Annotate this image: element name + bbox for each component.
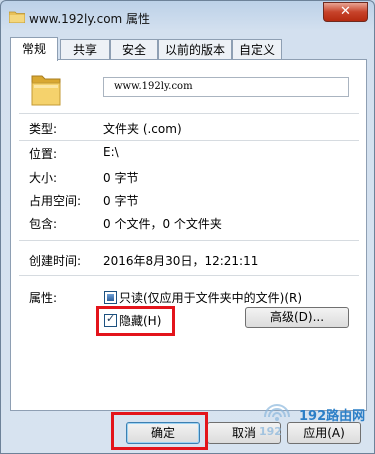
hidden-highlight-box (96, 306, 175, 336)
contains-label: 包含: (29, 217, 58, 231)
divider (19, 140, 359, 141)
window-title: www.192ly.com 属性 (29, 12, 151, 26)
title-bar[interactable]: www.192ly.com 属性 ✕ (1, 1, 374, 33)
type-label: 类型: (29, 122, 58, 136)
attributes-label: 属性: (29, 291, 58, 305)
folder-name-field[interactable]: www.192ly.com (103, 77, 349, 97)
tab-label: 共享 (72, 43, 97, 57)
tab-label: 以前的版本 (164, 43, 225, 57)
watermark-text: 192路由网 (299, 409, 366, 424)
size-on-disk-label: 占用空间: (29, 194, 82, 208)
size-label: 大小: (29, 171, 58, 185)
readonly-label: 只读(仅应用于文件夹中的文件)(R) (119, 291, 303, 305)
tab-previous-versions[interactable]: 以前的版本 (158, 39, 232, 59)
general-tab-panel: www.192ly.com 类型: 文件夹 (.com) 位置: E:\ 大小:… (10, 59, 367, 411)
created-value: 2016年8月30日，12:21:11 (103, 254, 259, 268)
watermark-subtext: 192 (259, 425, 282, 438)
size-value: 0 字节 (103, 171, 139, 185)
tab-customize[interactable]: 自定义 (232, 39, 282, 59)
tab-sharing[interactable]: 共享 (60, 39, 110, 59)
folder-name-value: www.192ly.com (114, 81, 193, 92)
size-on-disk-value: 0 字节 (103, 194, 139, 208)
properties-dialog: www.192ly.com 属性 ✕ 常规 共享 安全 以前的版本 自定义 ww… (0, 0, 375, 454)
cancel-button-label: 取消 (231, 426, 256, 440)
created-label: 创建时间: (29, 254, 82, 268)
advanced-button[interactable]: 高级(D)... (245, 307, 349, 328)
readonly-checkbox[interactable] (104, 291, 117, 304)
advanced-button-label: 高级(D)... (269, 310, 325, 324)
tab-label: 常规 (21, 42, 46, 56)
tab-label: 安全 (121, 43, 146, 57)
divider (19, 113, 359, 114)
tab-label: 自定义 (238, 43, 275, 57)
location-label: 位置: (29, 147, 58, 161)
type-value: 文件夹 (.com) (103, 122, 182, 136)
ok-highlight-box (111, 412, 208, 450)
divider (19, 275, 359, 276)
tab-security[interactable]: 安全 (110, 39, 158, 59)
folder-icon (9, 11, 25, 23)
close-button[interactable]: ✕ (323, 2, 368, 22)
contains-value: 0 个文件，0 个文件夹 (103, 217, 222, 231)
location-value: E:\ (103, 145, 119, 159)
close-icon: ✕ (340, 4, 351, 19)
divider (19, 240, 359, 241)
tab-general[interactable]: 常规 (10, 37, 58, 61)
folder-icon (31, 75, 61, 106)
